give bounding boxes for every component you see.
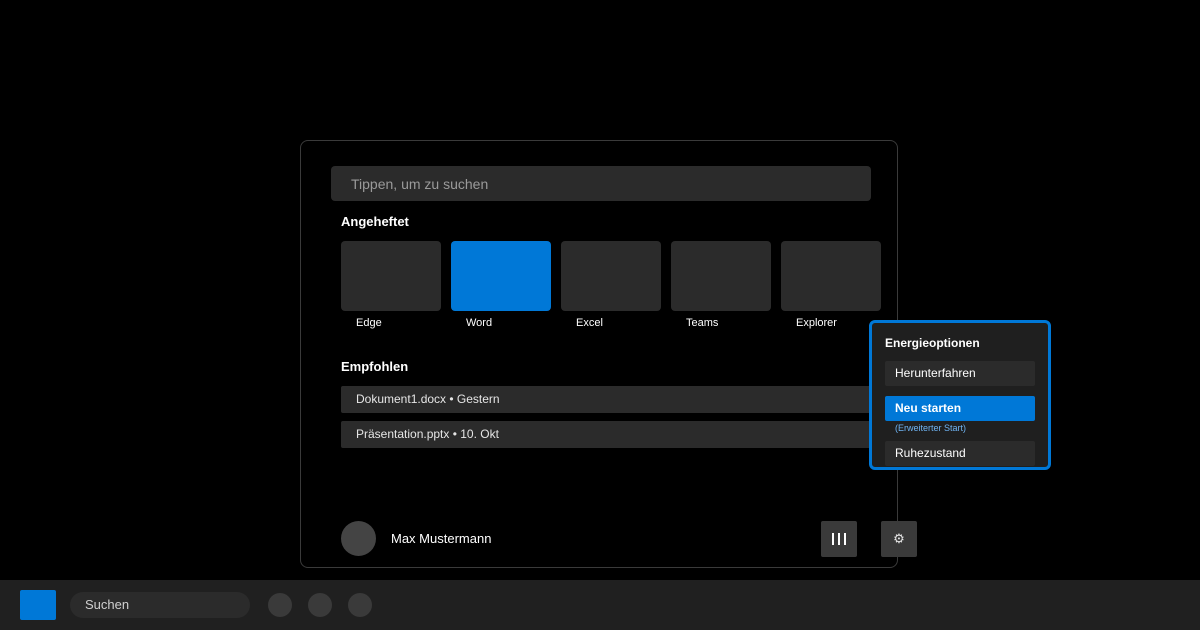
restart-option[interactable]: Neu starten	[885, 396, 1035, 421]
word-tile-icon	[451, 241, 551, 311]
pinned-app-word[interactable]: Word	[451, 241, 551, 329]
hibernate-option[interactable]: Ruhezustand	[885, 441, 1035, 466]
pinned-app-teams[interactable]: Teams	[671, 241, 771, 329]
pinned-section-title: Angeheftet	[341, 214, 409, 229]
taskbar-app-icon-2[interactable]	[308, 593, 332, 617]
taskbar-search-box[interactable]: Suchen	[70, 592, 250, 618]
taskbar-app-icon-3[interactable]	[348, 593, 372, 617]
avatar	[341, 521, 376, 556]
shutdown-option[interactable]: Herunterfahren	[885, 361, 1035, 386]
pinned-app-label: Edge	[356, 317, 382, 329]
recommended-list: Dokument1.docx • Gestern Präsentation.pp…	[341, 386, 881, 456]
power-button[interactable]	[821, 521, 857, 557]
pinned-app-label: Explorer	[796, 317, 837, 329]
teams-tile-icon	[671, 241, 771, 311]
start-button[interactable]	[20, 590, 56, 620]
pinned-app-label: Teams	[686, 317, 719, 329]
recommended-item-praesentation[interactable]: Präsentation.pptx • 10. Okt	[341, 421, 881, 448]
explorer-tile-icon	[781, 241, 881, 311]
pinned-apps-grid: Edge Word Excel Teams Explorer	[341, 241, 881, 329]
settings-button[interactable]: ⚙	[881, 521, 917, 557]
recommended-item-dokument1[interactable]: Dokument1.docx • Gestern	[341, 386, 881, 413]
user-account-button[interactable]: Max Mustermann	[341, 521, 491, 556]
taskbar-app-icon-1[interactable]	[268, 593, 292, 617]
taskbar: Suchen	[0, 580, 1200, 630]
pinned-app-excel[interactable]: Excel	[561, 241, 661, 329]
pinned-app-explorer[interactable]: Explorer	[781, 241, 881, 329]
power-menu-title: Energieoptionen	[885, 336, 980, 350]
excel-tile-icon	[561, 241, 661, 311]
gear-icon: ⚙	[893, 531, 905, 546]
recommended-section-title: Empfohlen	[341, 359, 409, 374]
restart-option-note: (Erweiterter Start)	[895, 423, 967, 433]
start-menu: Angeheftet Edge Word Excel Teams Explore…	[300, 140, 917, 568]
edge-tile-icon	[341, 241, 441, 311]
user-name: Max Mustermann	[391, 531, 492, 546]
pinned-app-label: Excel	[576, 317, 603, 329]
pinned-app-label: Word	[466, 317, 493, 329]
pinned-app-edge[interactable]: Edge	[341, 241, 441, 329]
power-bars-icon	[832, 533, 846, 545]
start-search-input[interactable]	[331, 166, 871, 201]
power-options-menu: Energieoptionen Herunterfahren Neu start…	[869, 320, 1051, 470]
